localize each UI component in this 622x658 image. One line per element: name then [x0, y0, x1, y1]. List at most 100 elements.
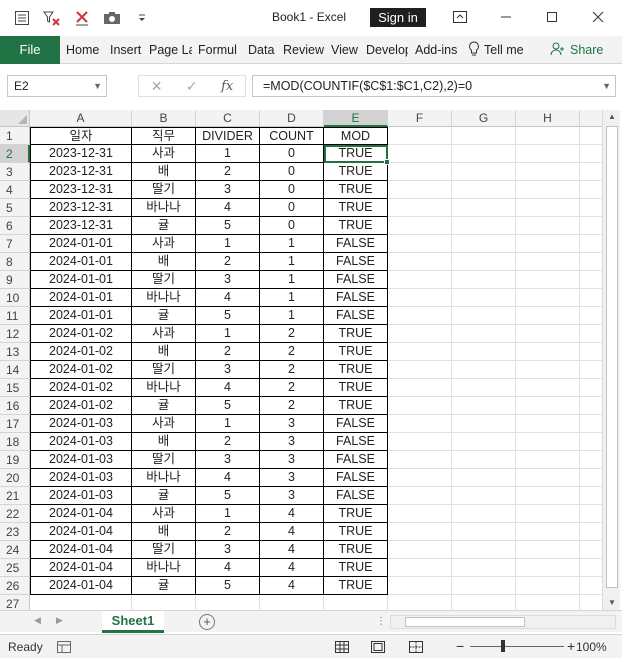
data-cell[interactable]: TRUE	[324, 577, 388, 595]
data-cell[interactable]: 3	[260, 415, 324, 433]
data-cell[interactable]: TRUE	[324, 217, 388, 235]
empty-cell[interactable]	[516, 361, 580, 379]
column-header-g[interactable]: G	[452, 110, 516, 127]
fill-handle[interactable]	[384, 159, 390, 165]
data-cell[interactable]: 3	[260, 487, 324, 505]
sheet-prev-icon[interactable]: ◀	[34, 615, 41, 626]
page-break-view-icon[interactable]	[408, 639, 424, 655]
row-header[interactable]: 1	[0, 127, 30, 145]
empty-cell[interactable]	[388, 343, 452, 361]
row-header[interactable]: 19	[0, 451, 30, 469]
zoom-slider[interactable]	[470, 646, 564, 647]
empty-cell[interactable]	[580, 289, 602, 307]
empty-cell[interactable]	[388, 523, 452, 541]
empty-cell[interactable]	[452, 577, 516, 595]
data-cell[interactable]: 딸기	[132, 181, 196, 199]
empty-cell[interactable]	[452, 487, 516, 505]
empty-cell[interactable]	[388, 289, 452, 307]
data-cell[interactable]: 배	[132, 163, 196, 181]
tab-insert[interactable]: Insert	[110, 36, 144, 64]
empty-cell[interactable]	[580, 307, 602, 325]
data-cell[interactable]: 5	[196, 577, 260, 595]
zoom-out-button[interactable]: −	[456, 638, 464, 654]
data-cell[interactable]: 2	[260, 361, 324, 379]
data-cell[interactable]: 2	[260, 379, 324, 397]
data-cell[interactable]: 0	[260, 181, 324, 199]
empty-cell[interactable]	[580, 127, 602, 145]
tab-review[interactable]: Review	[283, 36, 325, 64]
add-sheet-icon[interactable]: +	[199, 614, 215, 630]
data-cell[interactable]: 배	[132, 433, 196, 451]
data-cell[interactable]: 1	[260, 253, 324, 271]
empty-cell[interactable]	[324, 595, 388, 610]
empty-cell[interactable]	[580, 163, 602, 181]
empty-cell[interactable]	[452, 145, 516, 163]
tab-home[interactable]: Home	[66, 36, 104, 64]
empty-cell[interactable]	[388, 451, 452, 469]
empty-cell[interactable]	[388, 235, 452, 253]
camera-icon[interactable]	[102, 8, 122, 28]
horizontal-scrollbar[interactable]	[390, 615, 616, 629]
data-cell[interactable]: 4	[260, 541, 324, 559]
data-cell[interactable]: FALSE	[324, 253, 388, 271]
data-cell[interactable]: 3	[196, 271, 260, 289]
empty-cell[interactable]	[580, 595, 602, 610]
data-cell[interactable]: TRUE	[324, 541, 388, 559]
empty-cell[interactable]	[580, 235, 602, 253]
row-header[interactable]: 13	[0, 343, 30, 361]
empty-cell[interactable]	[516, 595, 580, 610]
empty-cell[interactable]	[516, 343, 580, 361]
empty-cell[interactable]	[516, 415, 580, 433]
data-cell[interactable]: FALSE	[324, 415, 388, 433]
header-cell[interactable]: 직무	[132, 127, 196, 145]
empty-cell[interactable]	[580, 505, 602, 523]
data-cell[interactable]: 4	[196, 289, 260, 307]
row-header[interactable]: 23	[0, 523, 30, 541]
cancel-icon[interactable]: ✕	[151, 78, 163, 95]
empty-cell[interactable]	[580, 217, 602, 235]
empty-cell[interactable]	[452, 127, 516, 145]
data-cell[interactable]: 2	[260, 325, 324, 343]
header-cell[interactable]: 일자	[30, 127, 132, 145]
empty-cell[interactable]	[388, 253, 452, 271]
column-header-b[interactable]: B	[132, 110, 196, 127]
data-cell[interactable]: 2024-01-04	[30, 505, 132, 523]
data-cell[interactable]: 배	[132, 343, 196, 361]
data-cell[interactable]: FALSE	[324, 235, 388, 253]
data-cell[interactable]: 2024-01-02	[30, 397, 132, 415]
data-cell[interactable]: 2024-01-03	[30, 451, 132, 469]
empty-cell[interactable]	[580, 181, 602, 199]
empty-cell[interactable]	[516, 289, 580, 307]
zoom-in-button[interactable]: +	[567, 638, 575, 654]
data-cell[interactable]: 사과	[132, 325, 196, 343]
empty-cell[interactable]	[388, 163, 452, 181]
empty-cell[interactable]	[388, 127, 452, 145]
zoom-slider-knob[interactable]	[501, 640, 505, 652]
data-cell[interactable]: 2024-01-04	[30, 559, 132, 577]
data-cell[interactable]: 1	[196, 505, 260, 523]
data-cell[interactable]: 딸기	[132, 451, 196, 469]
header-cell[interactable]: DIVIDER	[196, 127, 260, 145]
empty-cell[interactable]	[388, 361, 452, 379]
empty-cell[interactable]	[388, 469, 452, 487]
data-cell[interactable]: 귤	[132, 307, 196, 325]
empty-cell[interactable]	[452, 379, 516, 397]
empty-cell[interactable]	[388, 577, 452, 595]
data-cell[interactable]: 2024-01-04	[30, 577, 132, 595]
data-cell[interactable]: 4	[196, 559, 260, 577]
data-cell[interactable]: 바나나	[132, 559, 196, 577]
row-header[interactable]: 5	[0, 199, 30, 217]
empty-cell[interactable]	[452, 505, 516, 523]
row-header[interactable]: 25	[0, 559, 30, 577]
maximize-icon[interactable]	[540, 6, 564, 28]
empty-cell[interactable]	[516, 253, 580, 271]
data-cell[interactable]: 2	[196, 433, 260, 451]
data-cell[interactable]: 2023-12-31	[30, 199, 132, 217]
row-header[interactable]: 14	[0, 361, 30, 379]
empty-cell[interactable]	[516, 271, 580, 289]
column-header-c[interactable]: C	[196, 110, 260, 127]
row-header[interactable]: 18	[0, 433, 30, 451]
tell-me-search[interactable]: Tell me	[468, 36, 524, 64]
worksheet-grid[interactable]: ABCDEFGHI 1일자직무DIVIDERCOUNTMOD22023-12-3…	[0, 110, 602, 610]
tab-split-icon[interactable]: ⋮	[376, 616, 386, 627]
